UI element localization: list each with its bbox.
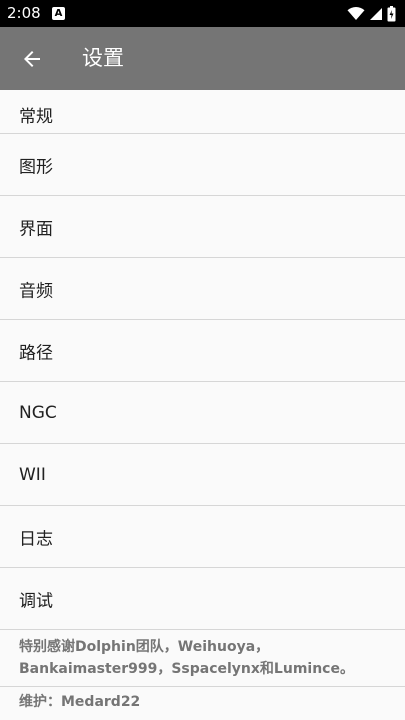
page-title: 设置 [82, 46, 124, 70]
settings-item-audio[interactable]: 音频 [0, 258, 405, 320]
settings-item-general[interactable]: 常规 [0, 90, 405, 134]
arrow-left-icon [24, 51, 40, 67]
signal-icon [370, 7, 382, 20]
settings-item-label: 调试 [19, 591, 53, 611]
settings-item-ngc[interactable]: NGC [0, 382, 405, 444]
credits-block: 特别感谢Dolphin团队，Weihuoya，Bankaimaster999，S… [0, 632, 405, 713]
settings-item-debug[interactable]: 调试 [0, 568, 405, 630]
settings-list: 常规 图形 界面 音频 路径 NGC WII 日志 调试 [0, 90, 405, 630]
credits-thanks: 特别感谢Dolphin团队，Weihuoya，Bankaimaster999，S… [19, 639, 354, 677]
status-time: 2:08 [7, 4, 41, 22]
settings-item-label: 常规 [19, 107, 53, 127]
settings-item-log[interactable]: 日志 [0, 506, 405, 568]
notification-icon: A [52, 7, 65, 20]
settings-item-label: WII [19, 464, 46, 485]
notification-icon-letter: A [54, 8, 63, 19]
back-button[interactable] [14, 41, 50, 77]
settings-item-label: 音频 [19, 281, 53, 301]
settings-item-interface[interactable]: 界面 [0, 196, 405, 258]
settings-item-label: NGC [19, 402, 57, 423]
settings-item-graphics[interactable]: 图形 [0, 134, 405, 196]
settings-item-label: 路径 [19, 343, 53, 363]
wifi-icon [347, 6, 365, 20]
credits-maintainer: 维护：Medard22 [19, 694, 141, 710]
status-icons [347, 5, 396, 22]
settings-item-label: 日志 [19, 529, 53, 549]
settings-item-paths[interactable]: 路径 [0, 320, 405, 382]
settings-item-label: 图形 [19, 157, 53, 177]
settings-item-label: 界面 [19, 219, 53, 239]
status-bar: 2:08 A [0, 0, 405, 27]
battery-icon [387, 5, 396, 21]
app-bar: 设置 [0, 27, 405, 90]
settings-item-wii[interactable]: WII [0, 444, 405, 506]
